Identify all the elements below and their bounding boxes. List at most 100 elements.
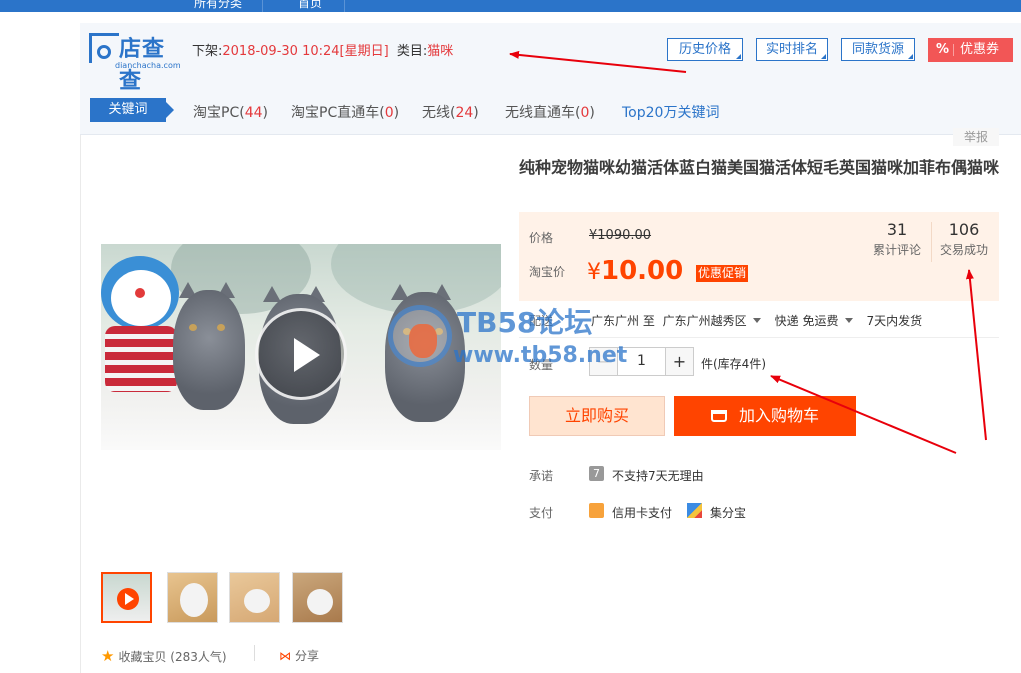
price-label: 价格 [529,231,554,245]
keyword-link-count: 0 [580,105,590,121]
thumbnail-video[interactable] [101,572,152,623]
keyword-tab-label: 关键词 [108,102,148,117]
tab-arrow-icon [166,102,174,118]
keyword-link-count: 44 [244,105,263,121]
corner-icon [908,54,913,59]
delivery-to-select[interactable]: 广东广州越秀区 [663,314,775,328]
stock-text: 件(库存4件) [701,357,766,371]
nav-home[interactable]: 首页 [298,0,322,11]
nav-all-categories[interactable]: 所有分类 [194,0,242,11]
history-price-button[interactable]: 历史价格 [667,38,743,61]
coupon-divider [953,44,954,56]
cat-ear [263,286,281,302]
keyword-link-label: 淘宝PC [193,105,240,121]
kitten-photo [307,589,333,615]
category-value[interactable]: 猫咪 [427,44,453,59]
keyword-link-taobao-pc[interactable]: 淘宝PC(44) [193,102,268,122]
listing-time: 2018-09-30 10:24[星期日] [222,44,389,59]
divider [254,645,255,661]
report-link[interactable]: 举报 [953,128,999,146]
dianchacha-plugin-panel: 店查查 dianchacha.com 下架:2018-09-30 10:24[星… [80,23,1021,135]
promise-label: 承诺 [529,469,554,483]
kitten-right [385,292,465,422]
quantity-stepper: − 1 + [589,347,694,376]
same-source-button[interactable]: 同款货源 [841,38,915,61]
category-label: 类目: [396,44,428,59]
delivery-info: 广东广州 至 广东广州越秀区 快递 免运费 7天内发货 [591,312,922,329]
review-stat[interactable]: 31 累计评论 [867,220,927,258]
no-return-icon: 7 [589,466,604,481]
taobao-price-label: 淘宝价 [529,265,566,279]
chevron-down-icon [844,318,853,323]
kitten-photo [244,589,270,613]
price-value: 10.00 [601,256,684,286]
thumbnail-image-3[interactable] [292,572,343,623]
share-link[interactable]: ⋈ 分享 [279,647,319,664]
thumbnail-image-2[interactable] [229,572,280,623]
magnifier-lens-icon [97,45,111,59]
stat-divider [931,222,932,262]
logo-url: dianchacha.com [115,61,181,70]
toy-face [111,270,171,326]
dianchacha-logo[interactable]: 店查查 dianchacha.com [89,31,181,94]
divider [519,337,999,338]
keyword-link-label: 无线直通车 [505,105,575,121]
keyword-link-label: 无线 [422,105,450,121]
cart-icon [710,410,727,422]
keyword-link-count: 24 [455,105,474,121]
coupon-label: 优惠券 [960,42,1000,57]
jifenbao-icon [687,503,702,518]
kitten-photo [180,583,208,617]
share-icon: ⋈ [279,649,291,663]
payment-label: 支付 [529,506,554,520]
quantity-increase-button[interactable]: + [666,348,693,375]
keyword-tab[interactable]: 关键词 [90,98,174,122]
nav-divider [262,0,263,12]
delivery-method-select[interactable]: 快递 免运费 [775,314,867,328]
share-label: 分享 [295,649,320,663]
chevron-down-icon [752,318,761,323]
coupon-button[interactable]: % 优惠券 [928,38,1013,62]
current-price: ¥10.00 [587,256,683,286]
realtime-rank-label: 实时排名 [765,42,818,57]
original-price: ¥1090.00 [589,228,652,243]
thumbnail-image-1[interactable] [167,572,218,623]
delivery-label: 配送 [529,314,554,328]
keyword-link-label: 淘宝PC直通车 [291,105,380,121]
kitten-left [173,290,245,410]
quantity-input[interactable]: 1 [617,348,666,375]
review-count: 31 [886,220,908,239]
keyword-link-wireless-ztc[interactable]: 无线直通车(0) [505,102,595,122]
quantity-decrease-button[interactable]: − [590,348,617,375]
payment-jifenbao: 集分宝 [710,506,747,520]
keyword-link-wireless[interactable]: 无线(24) [422,102,479,122]
promo-badge[interactable]: 优惠促销 [696,265,749,282]
payment-credit-card: 信用卡支付 [612,506,673,520]
star-icon: ★ [101,647,115,665]
video-play-button[interactable] [255,308,347,400]
product-video[interactable] [101,244,501,450]
promise-text[interactable]: 不支持7天无理由 [612,467,704,484]
nav-divider [344,0,345,12]
favorite-link[interactable]: ★ 收藏宝贝 (283人气) [101,647,227,665]
play-triangle [125,593,134,605]
transaction-count: 106 [948,220,980,239]
top-nav-bar: 所有分类 首页 [0,0,1021,12]
buy-now-button[interactable]: 立即购买 [529,396,665,436]
currency-symbol: ¥ [587,260,601,285]
top20-keywords-link[interactable]: Top20万关键词 [622,102,719,122]
cat-eye [217,324,225,331]
listing-label: 下架: [192,44,223,59]
keyword-link-taobao-pc-ztc[interactable]: 淘宝PC直通车(0) [291,102,399,122]
review-label: 累计评论 [872,243,921,257]
cat-eye [189,324,197,331]
history-price-label: 历史价格 [678,42,731,57]
corner-icon [736,54,741,59]
delivery-from: 广东广州 至 [591,314,655,328]
favorite-label: 收藏宝贝 [118,650,167,664]
add-to-cart-button[interactable]: 加入购物车 [674,396,856,436]
keyword-link-count: 0 [384,105,394,121]
cat-eye [403,328,411,335]
same-source-label: 同款货源 [851,42,904,57]
realtime-rank-button[interactable]: 实时排名 [756,38,828,61]
